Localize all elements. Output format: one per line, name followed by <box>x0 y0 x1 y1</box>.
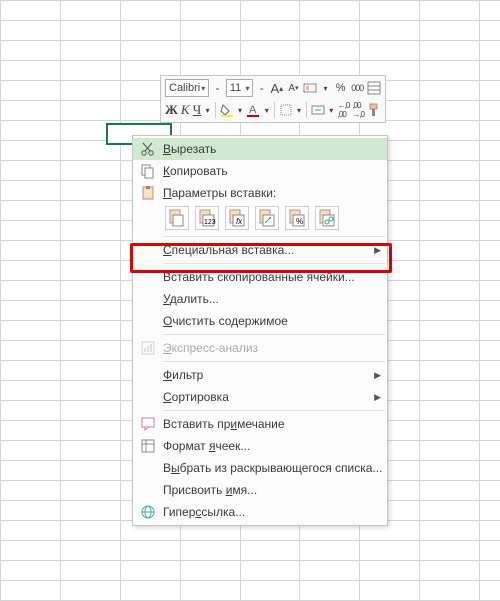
toolbar-row-1: Calibri ▾ - 11 ▾ - A▴ A▾ ▾ % 000 <box>165 78 381 98</box>
format-painter-button[interactable] <box>367 101 381 119</box>
thousands-button[interactable]: 000 <box>350 79 364 97</box>
menu-clear-contents[interactable]: Очистить содержимое <box>133 310 387 332</box>
menu-sort-label: Сортировка <box>163 390 370 404</box>
font-color-button[interactable]: A <box>246 101 260 119</box>
menu-insert-copied-cells[interactable]: Вставить скопированные ячейки... <box>133 266 387 288</box>
increase-decimal-button[interactable]: ←,0,00 <box>338 101 350 119</box>
font-size-dropdown-sep: - <box>256 79 267 97</box>
menu-format-cells-label: Формат ячеек... <box>163 439 381 453</box>
svg-text:123: 123 <box>204 219 216 226</box>
menu-define-name-label: Присвоить имя... <box>163 483 381 497</box>
chevron-down-icon: ▾ <box>245 84 249 93</box>
menu-quick-analysis: Экспресс-анализ <box>133 337 387 359</box>
menu-separator <box>163 334 385 335</box>
percent-button[interactable]: % <box>334 79 348 97</box>
menu-copy[interactable]: Копировать <box>133 160 387 182</box>
chevron-down-icon[interactable]: ▾ <box>296 101 303 119</box>
chevron-down-icon[interactable]: ▾ <box>263 101 270 119</box>
paste-transpose-button[interactable] <box>255 206 279 230</box>
submenu-arrow-icon: ▶ <box>374 245 381 256</box>
menu-pick-from-list-label: Выбрать из раскрывающегося списка... <box>163 461 382 475</box>
menu-cut[interactable]: Вырезать <box>133 138 387 160</box>
font-name-value: Calibri <box>169 82 200 94</box>
chevron-down-icon[interactable]: ▾ <box>328 101 335 119</box>
paste-icon <box>133 185 163 201</box>
quick-analysis-icon <box>133 340 163 356</box>
menu-quick-analysis-label: Экспресс-анализ <box>163 341 381 355</box>
context-menu: Вырезать Копировать Параметры вставки: 1… <box>132 135 388 526</box>
hyperlink-icon <box>133 504 163 520</box>
merge-center-button[interactable] <box>311 101 325 119</box>
menu-paste-options-header: Параметры вставки: <box>133 182 387 204</box>
table-format-button[interactable] <box>367 79 381 97</box>
menu-pick-from-list[interactable]: Выбрать из раскрывающегося списка... <box>133 457 387 479</box>
bold-button[interactable]: Ж <box>165 101 178 119</box>
svg-text:%: % <box>296 217 303 226</box>
menu-paste-special[interactable]: Специальная вставка... ▶ <box>133 239 387 261</box>
mini-toolbar: Calibri ▾ - 11 ▾ - A▴ A▾ ▾ % 000 Ж К Ч ▾… <box>160 75 386 123</box>
menu-define-name[interactable]: Присвоить имя... <box>133 479 387 501</box>
font-size-value: 11 <box>230 82 241 94</box>
borders-button[interactable] <box>279 101 293 119</box>
svg-text:fx: fx <box>236 217 243 226</box>
menu-filter[interactable]: Фильтр ▶ <box>133 364 387 386</box>
menu-paste-options-label: Параметры вставки: <box>163 186 381 200</box>
menu-separator <box>163 361 385 362</box>
accounting-format-button[interactable] <box>303 79 317 97</box>
menu-insert-comment-label: Вставить примечание <box>163 417 381 431</box>
font-name-dropdown-sep: - <box>212 79 223 97</box>
comment-icon <box>133 416 163 432</box>
menu-hyperlink-label: Гиперссылка... <box>163 505 381 519</box>
paste-formatting-button[interactable]: % <box>285 206 309 230</box>
decrease-decimal-button[interactable]: ,00→,0 <box>352 101 364 119</box>
menu-cut-label: Вырезать <box>163 142 381 156</box>
menu-copy-label: Копировать <box>163 164 381 178</box>
paste-formulas-button[interactable]: fx <box>225 206 249 230</box>
menu-delete-label: Удалить... <box>163 292 381 306</box>
format-cells-icon <box>133 438 163 454</box>
chevron-down-icon: ▾ <box>201 84 205 93</box>
menu-clear-label: Очистить содержимое <box>163 314 381 328</box>
paste-link-button[interactable] <box>315 206 339 230</box>
menu-paste-special-label: Специальная вставка... <box>163 243 370 257</box>
increase-font-button[interactable]: A▴ <box>270 79 284 97</box>
chevron-down-icon[interactable]: ▾ <box>237 101 244 119</box>
menu-format-cells[interactable]: Формат ячеек... <box>133 435 387 457</box>
copy-icon <box>133 163 163 179</box>
menu-cut-rest: ырезать <box>171 142 216 156</box>
font-size-dropdown[interactable]: 11 ▾ <box>226 79 254 97</box>
decrease-font-button[interactable]: A▾ <box>287 79 301 97</box>
cut-icon <box>133 141 163 157</box>
toolbar-row-2: Ж К Ч ▾ ▾ A ▾ ▾ ▾ ←,0,00 ,00→,0 <box>165 100 381 120</box>
menu-insert-comment[interactable]: Вставить примечание <box>133 413 387 435</box>
italic-button[interactable]: К <box>181 101 190 119</box>
paste-all-button[interactable] <box>165 206 189 230</box>
menu-separator <box>163 263 385 264</box>
font-name-dropdown[interactable]: Calibri ▾ <box>165 79 209 97</box>
chevron-down-icon[interactable]: ▾ <box>320 79 331 97</box>
paste-values-button[interactable]: 123 <box>195 206 219 230</box>
menu-separator <box>163 236 385 237</box>
menu-insert-copied-label: Вставить скопированные ячейки... <box>163 270 381 284</box>
menu-sort[interactable]: Сортировка ▶ <box>133 386 387 408</box>
menu-filter-label: Фильтр <box>163 368 370 382</box>
paste-options-row: 123 fx % <box>133 204 387 234</box>
svg-text:A: A <box>249 104 257 116</box>
underline-button[interactable]: Ч <box>193 101 202 119</box>
submenu-arrow-icon: ▶ <box>374 370 381 381</box>
menu-separator <box>163 410 385 411</box>
menu-delete[interactable]: Удалить... <box>133 288 387 310</box>
fill-color-button[interactable] <box>220 101 234 119</box>
chevron-down-icon[interactable]: ▾ <box>204 101 211 119</box>
menu-hyperlink[interactable]: Гиперссылка... <box>133 501 387 523</box>
submenu-arrow-icon: ▶ <box>374 392 381 403</box>
